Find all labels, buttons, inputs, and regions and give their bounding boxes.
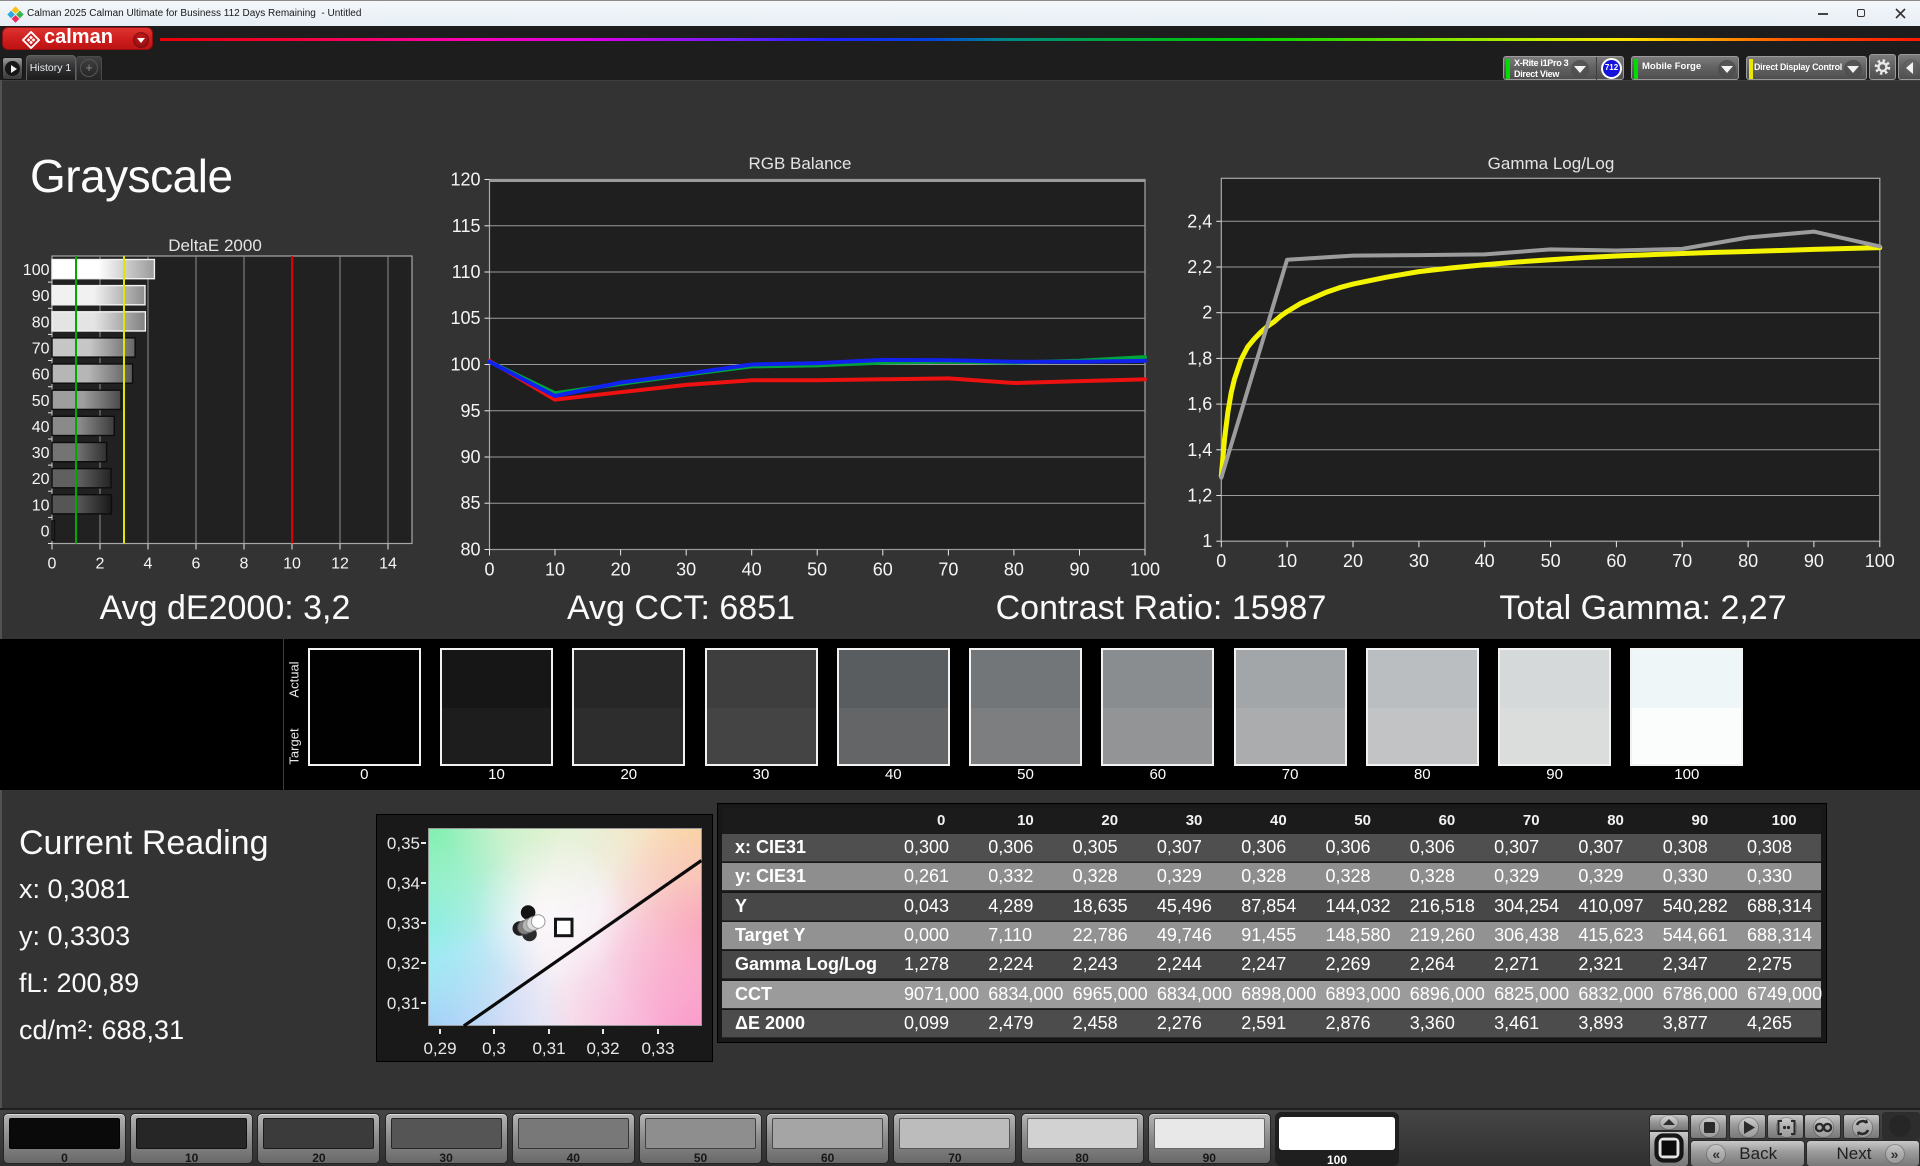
svg-text:10: 10 (1277, 551, 1297, 571)
svg-text:DeltaE 2000: DeltaE 2000 (168, 236, 262, 255)
svg-text:30: 30 (676, 560, 696, 580)
svg-text:70: 70 (1672, 551, 1692, 571)
svg-text:20: 20 (32, 471, 50, 488)
svg-text:50: 50 (1541, 551, 1561, 571)
svg-text:1,4: 1,4 (1187, 440, 1212, 460)
svg-text:40: 40 (742, 560, 762, 580)
svg-text:90: 90 (1804, 551, 1824, 571)
svg-text:70: 70 (938, 560, 958, 580)
svg-text:90: 90 (460, 447, 480, 467)
svg-text:0: 0 (1216, 551, 1226, 571)
svg-text:80: 80 (32, 314, 50, 331)
svg-text:1,2: 1,2 (1187, 486, 1212, 506)
svg-text:110: 110 (452, 262, 481, 282)
svg-text:100: 100 (1130, 560, 1160, 580)
svg-text:40: 40 (32, 419, 50, 436)
svg-text:0: 0 (484, 560, 494, 580)
svg-text:80: 80 (1004, 560, 1024, 580)
svg-text:Gamma Log/Log: Gamma Log/Log (1488, 154, 1615, 173)
svg-text:0: 0 (41, 523, 50, 540)
svg-text:120: 120 (450, 170, 480, 190)
svg-text:60: 60 (873, 560, 893, 580)
svg-text:50: 50 (32, 393, 50, 410)
svg-text:90: 90 (1069, 560, 1089, 580)
svg-text:100: 100 (1865, 551, 1895, 571)
svg-text:95: 95 (460, 401, 480, 421)
svg-text:0: 0 (48, 556, 57, 573)
svg-text:12: 12 (331, 556, 349, 573)
svg-text:20: 20 (1343, 551, 1363, 571)
svg-text:115: 115 (452, 216, 481, 236)
svg-text:10: 10 (283, 556, 301, 573)
svg-text:80: 80 (1738, 551, 1758, 571)
svg-text:20: 20 (611, 560, 631, 580)
svg-text:14: 14 (379, 556, 397, 573)
svg-text:105: 105 (450, 308, 480, 328)
svg-text:90: 90 (32, 288, 50, 305)
svg-text:85: 85 (460, 493, 480, 513)
svg-text:30: 30 (32, 445, 50, 462)
svg-text:2: 2 (96, 556, 105, 573)
svg-text:4: 4 (144, 556, 153, 573)
svg-text:1,6: 1,6 (1187, 394, 1212, 414)
svg-text:50: 50 (807, 560, 827, 580)
svg-text:8: 8 (240, 556, 249, 573)
svg-text:10: 10 (545, 560, 565, 580)
svg-text:RGB Balance: RGB Balance (749, 154, 852, 173)
svg-text:2,4: 2,4 (1187, 211, 1212, 231)
svg-text:1,8: 1,8 (1187, 348, 1212, 368)
svg-text:60: 60 (1606, 551, 1626, 571)
svg-text:2,2: 2,2 (1187, 257, 1212, 277)
svg-text:30: 30 (1409, 551, 1429, 571)
svg-text:60: 60 (32, 367, 50, 384)
svg-text:100: 100 (450, 355, 480, 375)
svg-text:2: 2 (1202, 303, 1212, 323)
svg-text:70: 70 (32, 341, 50, 358)
svg-text:1: 1 (1202, 531, 1212, 551)
svg-text:40: 40 (1475, 551, 1495, 571)
svg-text:100: 100 (23, 262, 50, 279)
svg-text:6: 6 (192, 556, 201, 573)
svg-text:80: 80 (460, 540, 480, 560)
svg-text:10: 10 (32, 497, 50, 514)
